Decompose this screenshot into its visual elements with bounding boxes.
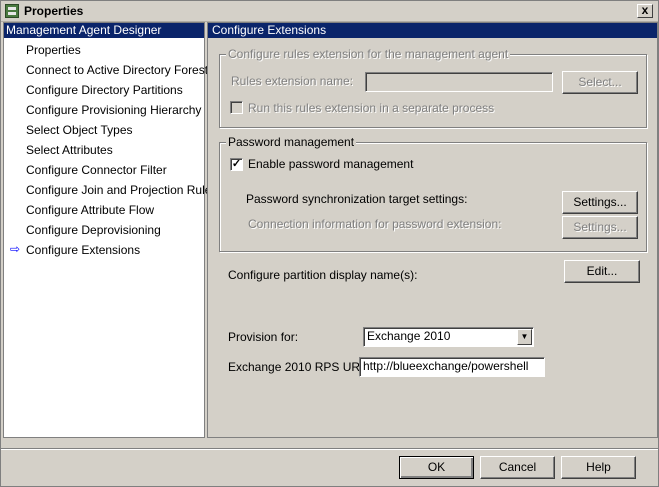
separate-process-label: Run this rules extension in a separate p… — [248, 101, 495, 115]
rules-extension-legend: Configure rules extension for the manage… — [226, 47, 511, 61]
app-icon — [5, 4, 19, 18]
window-title: Properties — [24, 4, 84, 18]
content-header: Configure Extensions — [208, 23, 657, 38]
rules-extension-group: Configure rules extension for the manage… — [219, 47, 647, 128]
footer-separator — [1, 448, 658, 450]
connection-info-label: Connection information for password exte… — [248, 217, 502, 231]
connection-settings-button[interactable]: Settings... — [562, 216, 638, 239]
properties-window: Properties x Management Agent Designer P… — [0, 0, 659, 487]
chevron-down-icon[interactable]: ▼ — [517, 329, 532, 345]
nav-item-deprovisioning[interactable]: Configure Deprovisioning — [26, 223, 161, 237]
enable-password-checkbox[interactable]: ✓ — [230, 158, 243, 171]
selected-arrow-icon: ⇨ — [10, 242, 21, 256]
enable-password-label: Enable password management — [248, 157, 414, 171]
help-button[interactable]: Help — [561, 456, 636, 479]
sync-target-label: Password synchronization target settings… — [246, 192, 468, 206]
rules-extension-name-label: Rules extension name: — [231, 74, 354, 88]
separate-process-checkbox[interactable] — [230, 101, 243, 114]
nav-item-properties[interactable]: Properties — [26, 43, 81, 57]
ok-button[interactable]: OK — [399, 456, 474, 479]
close-button[interactable]: x — [637, 4, 653, 18]
nav-item-attributes[interactable]: Select Attributes — [26, 143, 113, 157]
nav-item-join-projection[interactable]: Configure Join and Projection Rules — [26, 183, 217, 197]
nav-item-attribute-flow[interactable]: Configure Attribute Flow — [26, 203, 154, 217]
navigation-header: Management Agent Designer — [4, 23, 204, 38]
edit-partition-button[interactable]: Edit... — [564, 260, 640, 283]
content-pane: Configure Extensions Configure rules ext… — [207, 22, 658, 438]
nav-item-provisioning-hierarchy[interactable]: Configure Provisioning Hierarchy — [26, 103, 201, 117]
title-bar: Properties x — [1, 1, 658, 22]
rps-uri-label: Exchange 2010 RPS URI: — [228, 360, 367, 374]
nav-item-object-types[interactable]: Select Object Types — [26, 123, 133, 137]
nav-item-extensions[interactable]: Configure Extensions — [26, 243, 140, 257]
nav-item-connect-forest[interactable]: Connect to Active Directory Forest — [26, 63, 208, 77]
partition-display-label: Configure partition display name(s): — [228, 268, 418, 282]
nav-item-connector-filter[interactable]: Configure Connector Filter — [26, 163, 167, 177]
password-management-group: Password management ✓ Enable password ma… — [219, 135, 647, 252]
cancel-button[interactable]: Cancel — [480, 456, 555, 479]
select-extension-button[interactable]: Select... — [562, 71, 638, 94]
rps-uri-input[interactable]: http://blueexchange/powershell — [359, 357, 545, 377]
provision-for-select[interactable]: Exchange 2010 ▼ — [363, 327, 534, 347]
password-management-legend: Password management — [226, 135, 357, 149]
provision-for-label: Provision for: — [228, 330, 299, 344]
sync-settings-button[interactable]: Settings... — [562, 191, 638, 214]
rules-extension-name-input[interactable] — [365, 72, 553, 92]
provision-for-value: Exchange 2010 — [367, 329, 451, 343]
navigation-pane: Management Agent Designer Properties Con… — [3, 22, 217, 438]
nav-item-directory-partitions[interactable]: Configure Directory Partitions — [26, 83, 183, 97]
